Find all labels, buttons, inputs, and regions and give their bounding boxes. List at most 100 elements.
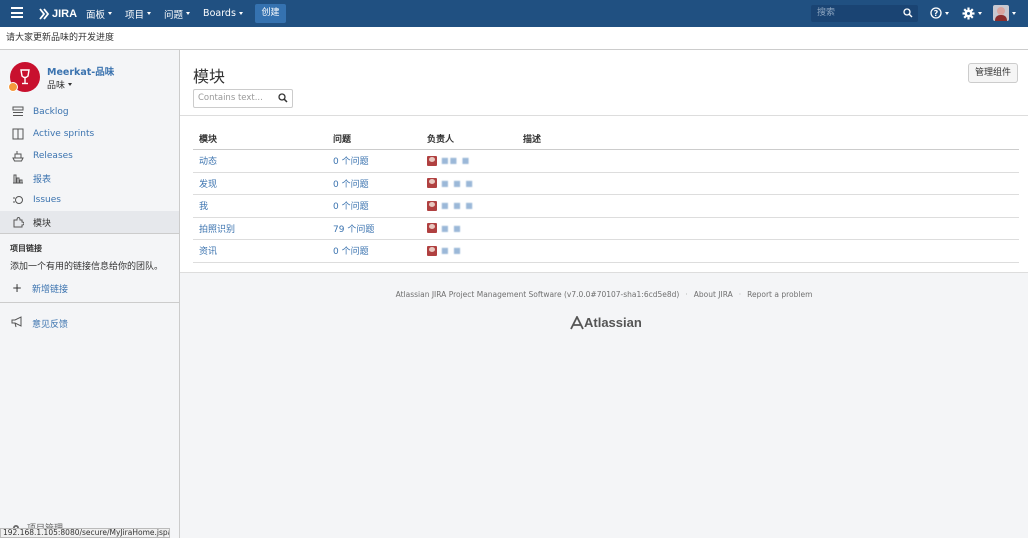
search-input[interactable]: 搜索 [811, 5, 918, 22]
announcement-banner: 请大家更新品味的开发进度 [0, 27, 1028, 50]
help-icon: ? [930, 7, 942, 19]
issues-count-link[interactable]: 0 个问题 [333, 247, 369, 257]
column-header-issues[interactable]: 问题 [333, 132, 427, 145]
sidebar-item-label: 模块 [33, 218, 52, 229]
chevron-down-icon [108, 12, 113, 15]
chevron-down-icon [186, 12, 191, 15]
sidebar-item-label: Active sprints [33, 129, 95, 139]
sidebar-item-reports[interactable]: 报表 [0, 167, 179, 189]
atlassian-brand: Atlassian [584, 315, 642, 330]
version-link[interactable]: Atlassian JIRA Project Management Softwa… [396, 290, 680, 299]
project-avatar[interactable] [8, 62, 40, 92]
sidebar-item-components[interactable]: 模块 [0, 211, 179, 233]
footer-area [180, 272, 1028, 538]
menu-icon[interactable] [11, 7, 23, 18]
lead-name[interactable]: ■■ ■ [441, 156, 470, 165]
issues-count-link[interactable]: 0 个问题 [333, 202, 369, 212]
add-link-button[interactable]: + 新增链接 [12, 281, 68, 295]
lead-name[interactable]: ■ ■ [441, 246, 462, 255]
project-links-title: 项目链接 [10, 244, 42, 253]
chevron-down-icon [1012, 11, 1016, 15]
filter-input[interactable]: Contains text... [193, 89, 293, 108]
atlassian-logo-icon [570, 315, 584, 329]
table-header: 模块 问题 负责人 描述 [193, 128, 1019, 150]
lead-name[interactable]: ■ ■ ■ [441, 201, 474, 210]
admin-menu[interactable] [962, 7, 982, 20]
sidebar-item-issues[interactable]: Issues [0, 189, 179, 211]
avatar [427, 200, 437, 211]
project-badge [8, 82, 18, 92]
avatar [427, 223, 437, 234]
manage-components-button[interactable]: 管理组件 [968, 63, 1018, 83]
browser-status-bar: 192.168.1.105:8080/secure/MyJiraHome.jsp… [0, 528, 170, 538]
sidebar-item-active-sprints[interactable]: Active sprints [0, 123, 179, 145]
lead-name[interactable]: ■ ■ [441, 224, 462, 233]
divider [0, 302, 179, 303]
sidebar-nav: Backlog Active sprints Releases 报表 Issue… [0, 101, 179, 233]
feedback-link[interactable]: 意见反馈 [11, 316, 68, 331]
project-name[interactable]: Meerkat-品味 [47, 64, 114, 78]
project-sidebar: Meerkat-品味 品味 Backlog Active sprints Rel… [0, 50, 180, 538]
chevron-down-icon [945, 11, 949, 15]
module-link[interactable]: 拍照识别 [199, 225, 235, 235]
top-navigation-bar: JIRA 面板 项目 问题 Boards 创建 搜索 ? [0, 0, 1028, 27]
nav-boards[interactable]: Boards [203, 8, 243, 19]
report-problem-link[interactable]: Report a problem [747, 290, 812, 299]
chart-icon [11, 171, 25, 185]
components-table: 模块 问题 负责人 描述 动态 0 个问题 ■■ ■ 发现 0 个问题 ■ ■ … [193, 128, 1019, 263]
chevron-down-icon [147, 12, 152, 15]
jira-logo[interactable]: JIRA [37, 5, 77, 22]
issues-count-link[interactable]: 0 个问题 [333, 157, 369, 167]
project-sub-label: 品味 [47, 81, 66, 91]
page-title: 模块 [193, 67, 226, 86]
issues-count-link[interactable]: 0 个问题 [333, 180, 369, 190]
avatar [427, 245, 437, 256]
sidebar-item-label: Issues [33, 195, 61, 205]
table-row: 发现 0 个问题 ■ ■ ■ [193, 173, 1019, 195]
module-link[interactable]: 动态 [199, 157, 217, 167]
logo-text: JIRA [52, 7, 78, 20]
column-header-description[interactable]: 描述 [523, 132, 1019, 145]
nav-issues-label: 问题 [164, 9, 184, 21]
sidebar-item-label: 报表 [33, 174, 52, 185]
create-button[interactable]: 创建 [255, 4, 286, 23]
sidebar-item-releases[interactable]: Releases [0, 145, 179, 167]
plus-icon: + [12, 281, 23, 295]
issues-count-link[interactable]: 79 个问题 [333, 225, 374, 235]
search-icon [278, 93, 288, 103]
table-row: 动态 0 个问题 ■■ ■ [193, 150, 1019, 173]
nav-projects-label: 项目 [125, 9, 145, 21]
jira-logo-icon [39, 7, 50, 20]
module-link[interactable]: 我 [199, 202, 208, 212]
board-icon [11, 127, 25, 141]
atlassian-logo[interactable]: Atlassian [570, 315, 642, 330]
sidebar-item-label: Releases [33, 151, 73, 161]
avatar [427, 155, 437, 166]
issues-icon [11, 193, 25, 207]
module-link[interactable]: 资讯 [199, 247, 217, 257]
add-link-label: 新增链接 [32, 284, 69, 295]
column-header-lead[interactable]: 负责人 [427, 132, 523, 145]
search-placeholder: 搜索 [817, 8, 836, 18]
nav-projects[interactable]: 项目 [125, 7, 152, 21]
sidebar-item-backlog[interactable]: Backlog [0, 101, 179, 123]
top-nav: 面板 项目 问题 Boards [86, 0, 256, 27]
sidebar-item-label: Backlog [33, 107, 69, 117]
table-row: 拍照识别 79 个问题 ■ ■ [193, 218, 1019, 240]
svg-text:?: ? [934, 9, 939, 18]
nav-issues[interactable]: 问题 [164, 7, 191, 21]
avatar [993, 5, 1009, 21]
module-link[interactable]: 发现 [199, 180, 217, 190]
puzzle-icon [11, 215, 25, 229]
help-menu[interactable]: ? [930, 7, 949, 19]
project-switcher[interactable]: 品味 [47, 78, 73, 91]
user-menu[interactable] [993, 5, 1016, 21]
chevron-down-icon [68, 83, 73, 86]
nav-dashboards[interactable]: 面板 [86, 7, 113, 21]
column-header-module[interactable]: 模块 [193, 132, 333, 145]
chevron-down-icon [978, 12, 982, 15]
about-link[interactable]: About JIRA [694, 290, 733, 299]
footer-links: Atlassian JIRA Project Management Softwa… [180, 290, 1028, 299]
lead-name[interactable]: ■ ■ ■ [441, 179, 474, 188]
search-icon [903, 8, 913, 18]
